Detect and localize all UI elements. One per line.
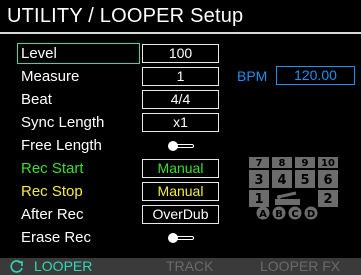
svg-text:C: C: [291, 209, 298, 220]
param-row-rec-stop[interactable]: Rec Stop Manual: [0, 181, 230, 203]
svg-text:5: 5: [300, 173, 309, 188]
param-value-level[interactable]: 100: [142, 44, 219, 63]
svg-text:B: B: [275, 209, 283, 220]
param-row-measure[interactable]: Measure 1: [0, 66, 230, 88]
pedal-circle-b: B: [272, 206, 286, 220]
refresh-icon[interactable]: [9, 259, 25, 274]
param-label-rec-stop: Rec Stop: [21, 183, 83, 200]
toggle-knob: [168, 141, 178, 151]
param-row-sync-length[interactable]: Sync Length x1: [0, 112, 230, 134]
pedal-key-3: 3: [249, 170, 269, 188]
bpm-label: BPM: [237, 68, 268, 84]
svg-text:7: 7: [256, 158, 263, 169]
svg-text:10: 10: [321, 158, 335, 169]
param-row-after-rec[interactable]: After Rec OverDub: [0, 204, 230, 226]
title-divider: [0, 32, 361, 34]
tab-looper[interactable]: LOOPER: [34, 258, 92, 275]
param-label-sync-length: Sync Length: [21, 114, 105, 131]
tab-looper-fx[interactable]: LOOPER FX: [260, 258, 340, 275]
param-label-measure: Measure: [21, 68, 80, 85]
pedal-key-5: 5: [295, 170, 315, 188]
svg-text:8: 8: [279, 158, 286, 169]
pedal-key-8: 8: [272, 157, 292, 169]
toggle-track: [176, 236, 194, 240]
param-value-after-rec[interactable]: OverDub: [142, 205, 219, 224]
svg-text:A: A: [259, 209, 267, 220]
bpm-value[interactable]: 120.00: [276, 66, 355, 85]
svg-text:2: 2: [323, 192, 332, 207]
pedal-circle-c: C: [288, 206, 302, 220]
param-label-free-length: Free Length: [21, 137, 102, 154]
tab-track[interactable]: TRACK: [166, 258, 213, 275]
pedal-circle-d: D: [304, 206, 318, 220]
param-value-measure[interactable]: 1: [142, 67, 219, 86]
expression-pedal-icon: [275, 191, 300, 205]
svg-text:9: 9: [302, 158, 309, 169]
pedal-key-2: 2: [318, 190, 338, 207]
pedal-key-4: 4: [272, 170, 292, 188]
param-row-level[interactable]: Level 100: [0, 43, 230, 65]
bottom-tab-bar: LOOPER TRACK LOOPER FX: [0, 258, 361, 275]
svg-text:3: 3: [254, 173, 263, 188]
param-row-beat[interactable]: Beat 4/4: [0, 89, 230, 111]
param-row-rec-start[interactable]: Rec Start Manual: [0, 158, 230, 180]
param-label-level: Level: [21, 45, 57, 62]
param-value-rec-start[interactable]: Manual: [142, 159, 219, 178]
pedal-circle-a: A: [256, 206, 270, 220]
param-label-after-rec: After Rec: [21, 206, 84, 223]
param-value-rec-stop[interactable]: Manual: [142, 182, 219, 201]
param-row-erase-rec[interactable]: Erase Rec: [0, 227, 230, 249]
param-row-free-length[interactable]: Free Length: [0, 135, 230, 157]
erase-rec-toggle[interactable]: [168, 233, 194, 243]
page-title: UTILITY / LOOPER Setup: [7, 5, 244, 27]
param-value-beat[interactable]: 4/4: [142, 90, 219, 109]
pedal-key-1: 1: [249, 190, 269, 207]
svg-text:1: 1: [254, 192, 263, 207]
pedal-key-9: 9: [295, 157, 315, 169]
param-label-beat: Beat: [21, 91, 52, 108]
svg-text:D: D: [307, 209, 315, 220]
pedal-key-7: 7: [249, 157, 269, 169]
pedal-key-6: 6: [318, 170, 338, 188]
svg-text:6: 6: [323, 173, 332, 188]
param-label-erase-rec: Erase Rec: [21, 229, 92, 246]
svg-text:4: 4: [277, 173, 286, 188]
toggle-knob: [168, 233, 178, 243]
toggle-track: [176, 144, 194, 148]
param-label-rec-start: Rec Start: [21, 160, 84, 177]
param-value-sync-length[interactable]: x1: [142, 113, 219, 132]
free-length-toggle[interactable]: [168, 141, 194, 151]
pedal-key-10: 10: [318, 157, 338, 169]
